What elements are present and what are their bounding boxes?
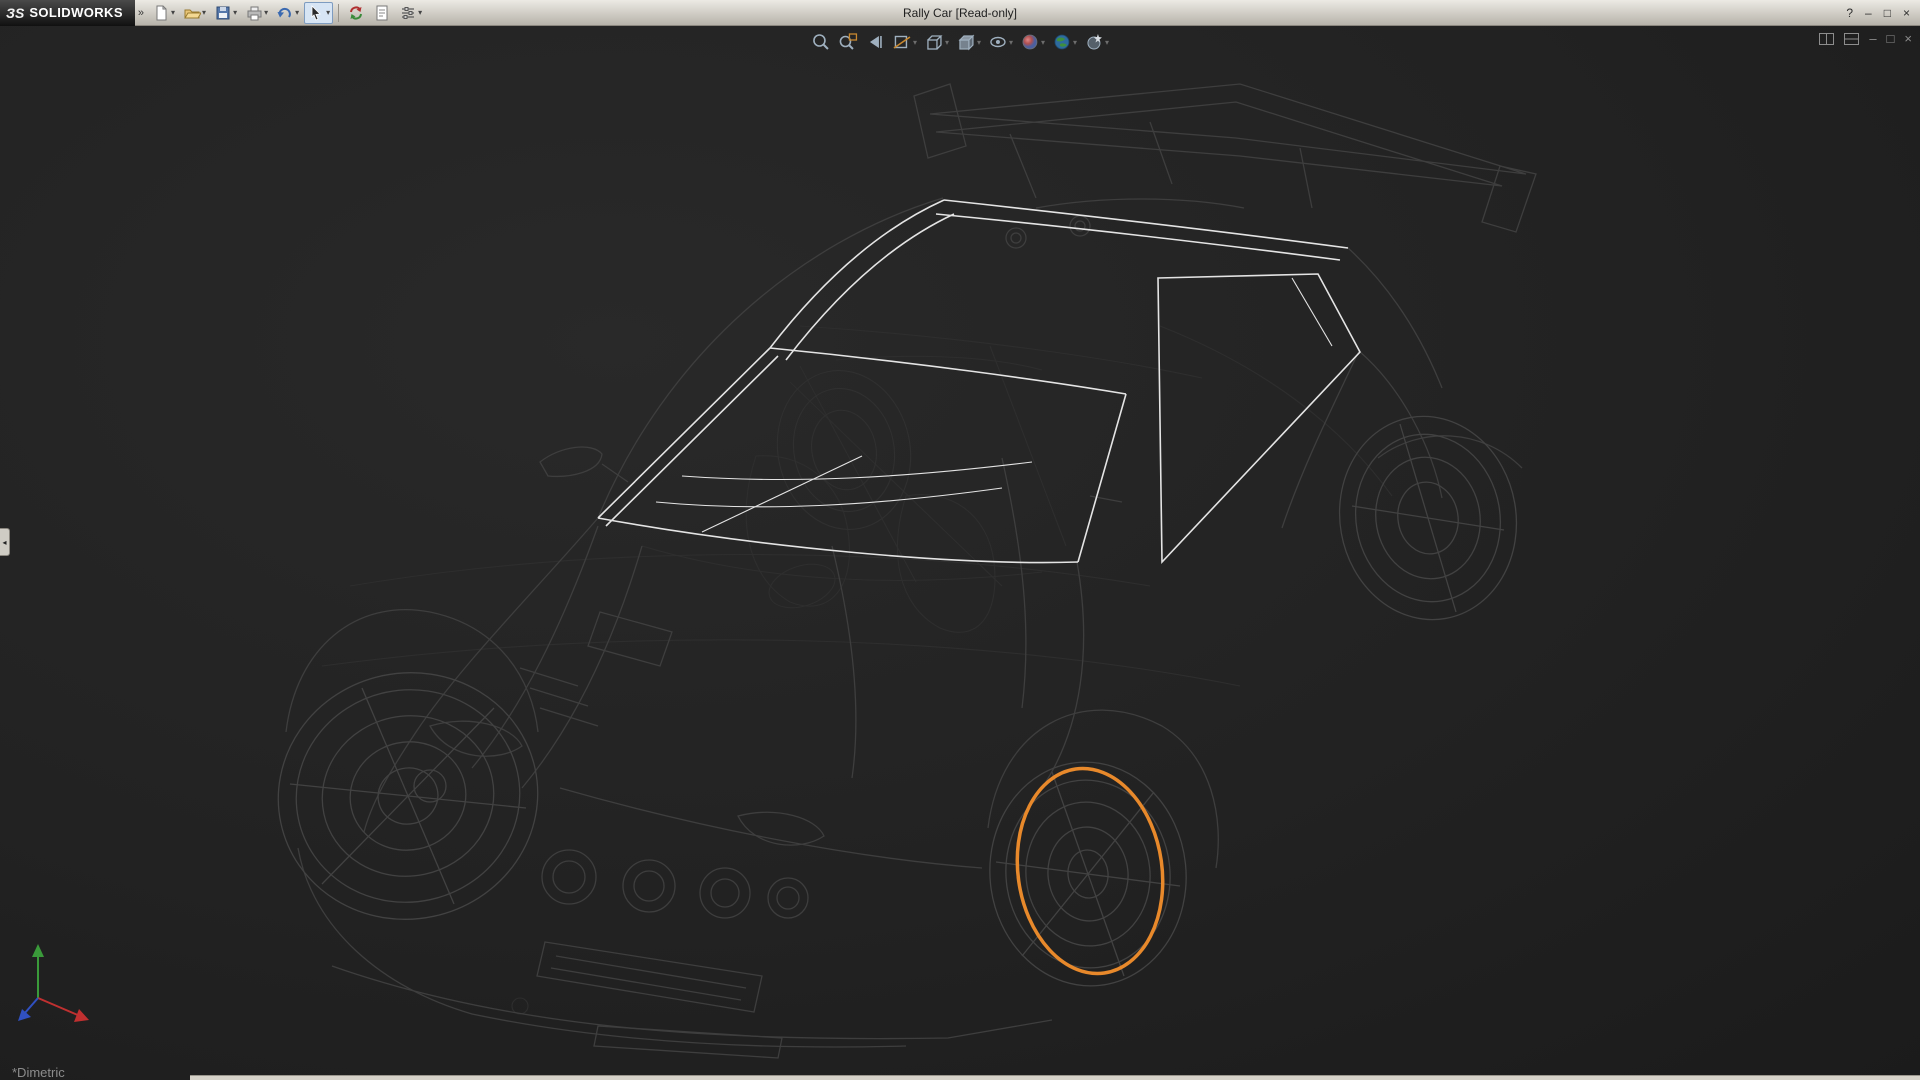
minimize-button[interactable]: – xyxy=(1865,0,1872,26)
file-properties-button[interactable] xyxy=(370,2,394,24)
viewport-split-vertical-button[interactable] xyxy=(1844,33,1859,45)
select-button[interactable]: ▾ xyxy=(304,2,333,24)
open-folder-icon xyxy=(183,4,201,22)
solidworks-logo: ЗS SOLIDWORKS xyxy=(0,0,135,26)
options-icon xyxy=(399,4,417,22)
rebuild-icon xyxy=(347,4,365,22)
view-settings-icon xyxy=(1084,32,1104,52)
feature-panel-collapse-tab[interactable]: ◂ xyxy=(0,528,10,556)
apply-scene-caret[interactable]: ▾ xyxy=(1073,38,1077,47)
apply-scene-button[interactable]: ▾ xyxy=(1050,31,1079,53)
display-style-caret[interactable]: ▾ xyxy=(977,38,981,47)
options-button[interactable]: ▾ xyxy=(396,2,425,24)
view-settings-caret[interactable]: ▾ xyxy=(1105,38,1109,47)
open-button[interactable]: ▾ xyxy=(180,2,209,24)
document-title: Rally Car [Read-only] xyxy=(903,0,1017,26)
display-style-icon xyxy=(956,32,976,52)
section-view-button[interactable]: ▾ xyxy=(890,31,919,53)
car-interior-lines xyxy=(322,326,1392,1014)
maximize-button[interactable]: □ xyxy=(1884,0,1891,26)
help-button[interactable]: ? xyxy=(1846,0,1853,26)
file-properties-icon xyxy=(373,4,391,22)
open-dropdown-caret[interactable]: ▾ xyxy=(202,8,206,17)
print-icon xyxy=(245,4,263,22)
wheel-front-right xyxy=(979,752,1197,995)
rear-wing xyxy=(914,84,1536,232)
section-view-icon xyxy=(892,32,912,52)
hide-show-caret[interactable]: ▾ xyxy=(1009,38,1013,47)
eye-icon xyxy=(988,32,1008,52)
brand-text: SOLIDWORKS xyxy=(29,5,123,20)
hide-show-items-button[interactable]: ▾ xyxy=(986,31,1015,53)
section-view-caret[interactable]: ▾ xyxy=(913,38,917,47)
toolbar-separator xyxy=(338,4,339,22)
car-body xyxy=(286,198,1522,1058)
view-settings-button[interactable]: ▾ xyxy=(1082,31,1111,53)
wheel-front-left xyxy=(255,649,560,944)
edit-appearance-button[interactable]: ▾ xyxy=(1018,31,1047,53)
select-dropdown-caret[interactable]: ▾ xyxy=(326,8,330,17)
undo-dropdown-caret[interactable]: ▾ xyxy=(295,8,299,17)
view-orientation-button[interactable]: ▾ xyxy=(922,31,951,53)
save-icon xyxy=(214,4,232,22)
document-window-controls: – □ × xyxy=(1819,30,1912,48)
doc-close-button[interactable]: × xyxy=(1904,30,1912,48)
previous-view-icon xyxy=(865,32,885,52)
titlebar: ЗS SOLIDWORKS » ▾ ▾ ▾ ▾ xyxy=(0,0,1920,26)
new-dropdown-caret[interactable]: ▾ xyxy=(171,8,175,17)
select-cursor-icon xyxy=(307,4,325,22)
viewport-split-horizontal-button[interactable] xyxy=(1819,33,1834,45)
graphics-viewport[interactable]: ▾ ▾ ▾ ▾ xyxy=(0,26,1920,1080)
solidworks-logo-icon: ЗS xyxy=(6,5,24,21)
heads-up-view-toolbar: ▾ ▾ ▾ ▾ xyxy=(809,31,1111,53)
zoom-to-fit-button[interactable] xyxy=(809,31,833,53)
scene-globe-icon xyxy=(1052,32,1072,52)
options-dropdown-caret[interactable]: ▾ xyxy=(418,8,422,17)
doc-restore-button[interactable]: □ xyxy=(1887,30,1895,48)
print-dropdown-caret[interactable]: ▾ xyxy=(264,8,268,17)
view-orientation-label: *Dimetric xyxy=(12,1065,65,1080)
appearance-ball-icon xyxy=(1020,32,1040,52)
toolbar-overflow-chevron[interactable]: » xyxy=(135,7,148,19)
zoom-to-fit-icon xyxy=(811,32,831,52)
zoom-to-area-button[interactable] xyxy=(836,31,860,53)
close-button[interactable]: × xyxy=(1903,0,1910,26)
orientation-triad xyxy=(18,944,89,1022)
save-dropdown-caret[interactable]: ▾ xyxy=(233,8,237,17)
previous-view-button[interactable] xyxy=(863,31,887,53)
print-button[interactable]: ▾ xyxy=(242,2,271,24)
edit-appearance-caret[interactable]: ▾ xyxy=(1041,38,1045,47)
undo-icon xyxy=(276,4,294,22)
zoom-to-area-icon xyxy=(838,32,858,52)
new-file-icon xyxy=(152,4,170,22)
car-wireframe xyxy=(0,26,1920,1080)
view-orientation-caret[interactable]: ▾ xyxy=(945,38,949,47)
rebuild-button[interactable] xyxy=(344,2,368,24)
panel-collapse-arrow-icon: ◂ xyxy=(2,538,6,547)
titlebar-window-controls: ? – □ × xyxy=(1846,0,1920,26)
view-orientation-icon xyxy=(924,32,944,52)
status-bar xyxy=(190,1075,1920,1080)
glass-highlight-edges xyxy=(598,200,1360,563)
save-button[interactable]: ▾ xyxy=(211,2,240,24)
display-style-button[interactable]: ▾ xyxy=(954,31,983,53)
undo-button[interactable]: ▾ xyxy=(273,2,302,24)
doc-minimize-button[interactable]: – xyxy=(1869,30,1876,48)
new-button[interactable]: ▾ xyxy=(149,2,178,24)
